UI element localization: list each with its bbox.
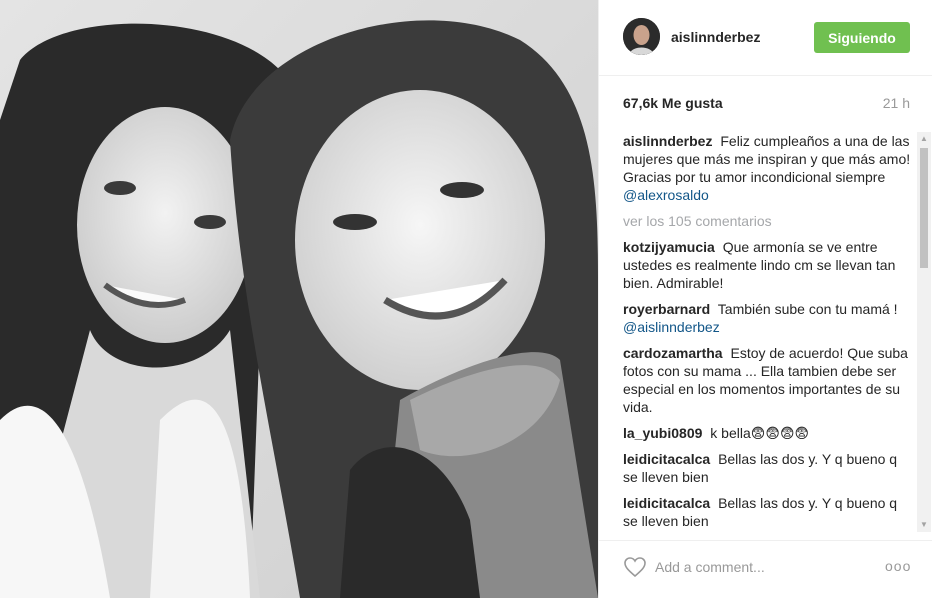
caption-mention[interactable]: @alexrosaldo — [623, 187, 709, 203]
comment-item: royerbarnard También sube con tu mamá ! … — [623, 300, 912, 336]
more-options-icon[interactable]: ooo — [885, 555, 911, 577]
add-comment-input[interactable] — [655, 554, 865, 580]
comment-username[interactable]: leidicitacalca — [623, 451, 710, 467]
comment-text: También sube con tu mamá ! — [717, 301, 898, 317]
comment-mention[interactable]: @aislinnderbez — [623, 319, 720, 335]
likes-count[interactable]: 67,6k Me gusta — [623, 95, 723, 111]
comment-item: la_yubi0809 k bella😨😨😨😨 — [623, 424, 912, 442]
comment-item: leidicitacalca Bellas las dos y. Y q bue… — [623, 450, 912, 486]
post-stats: 67,6k Me gusta 21 h — [623, 95, 910, 117]
comment-item: leidicitacalca Bellas las dos y. Y q bue… — [623, 494, 912, 530]
post-details-panel: aislinnderbez Siguiendo 67,6k Me gusta 2… — [598, 0, 932, 598]
comment-username[interactable]: kotzijyamucia — [623, 239, 715, 255]
post-header: aislinnderbez Siguiendo — [599, 0, 932, 76]
heart-icon[interactable] — [623, 555, 647, 579]
post-photo[interactable] — [0, 0, 598, 598]
following-button[interactable]: Siguiendo — [814, 22, 910, 53]
comments-scrollbar[interactable]: ▲ ▼ — [917, 132, 931, 532]
view-all-comments-link[interactable]: ver los 105 comentarios — [623, 212, 912, 230]
comment-username[interactable]: la_yubi0809 — [623, 425, 702, 441]
comment-username[interactable]: leidicitacalca — [623, 495, 710, 511]
comment-username[interactable]: cardozamartha — [623, 345, 723, 361]
caption-username[interactable]: aislinnderbez — [623, 133, 712, 149]
avatar[interactable] — [623, 18, 660, 55]
post-timestamp[interactable]: 21 h — [883, 95, 910, 111]
comments-list: aislinnderbez Feliz cumpleaños a una de … — [623, 132, 912, 530]
comment-item: cardozamartha Estoy de acuerdo! Que suba… — [623, 344, 912, 416]
comment-item: kotzijyamucia Que armonía se ve entre us… — [623, 238, 912, 292]
username-link[interactable]: aislinnderbez — [671, 29, 760, 45]
comment-text: k bella😨😨😨😨 — [710, 425, 810, 441]
comment-footer: ooo — [599, 540, 932, 598]
scroll-down-arrow-icon[interactable]: ▼ — [917, 518, 931, 532]
avatar-image — [623, 18, 660, 55]
photo-image — [0, 0, 598, 598]
caption: aislinnderbez Feliz cumpleaños a una de … — [623, 132, 912, 204]
scrollbar-thumb[interactable] — [920, 148, 928, 268]
scroll-up-arrow-icon[interactable]: ▲ — [917, 132, 931, 146]
comment-username[interactable]: royerbarnard — [623, 301, 710, 317]
